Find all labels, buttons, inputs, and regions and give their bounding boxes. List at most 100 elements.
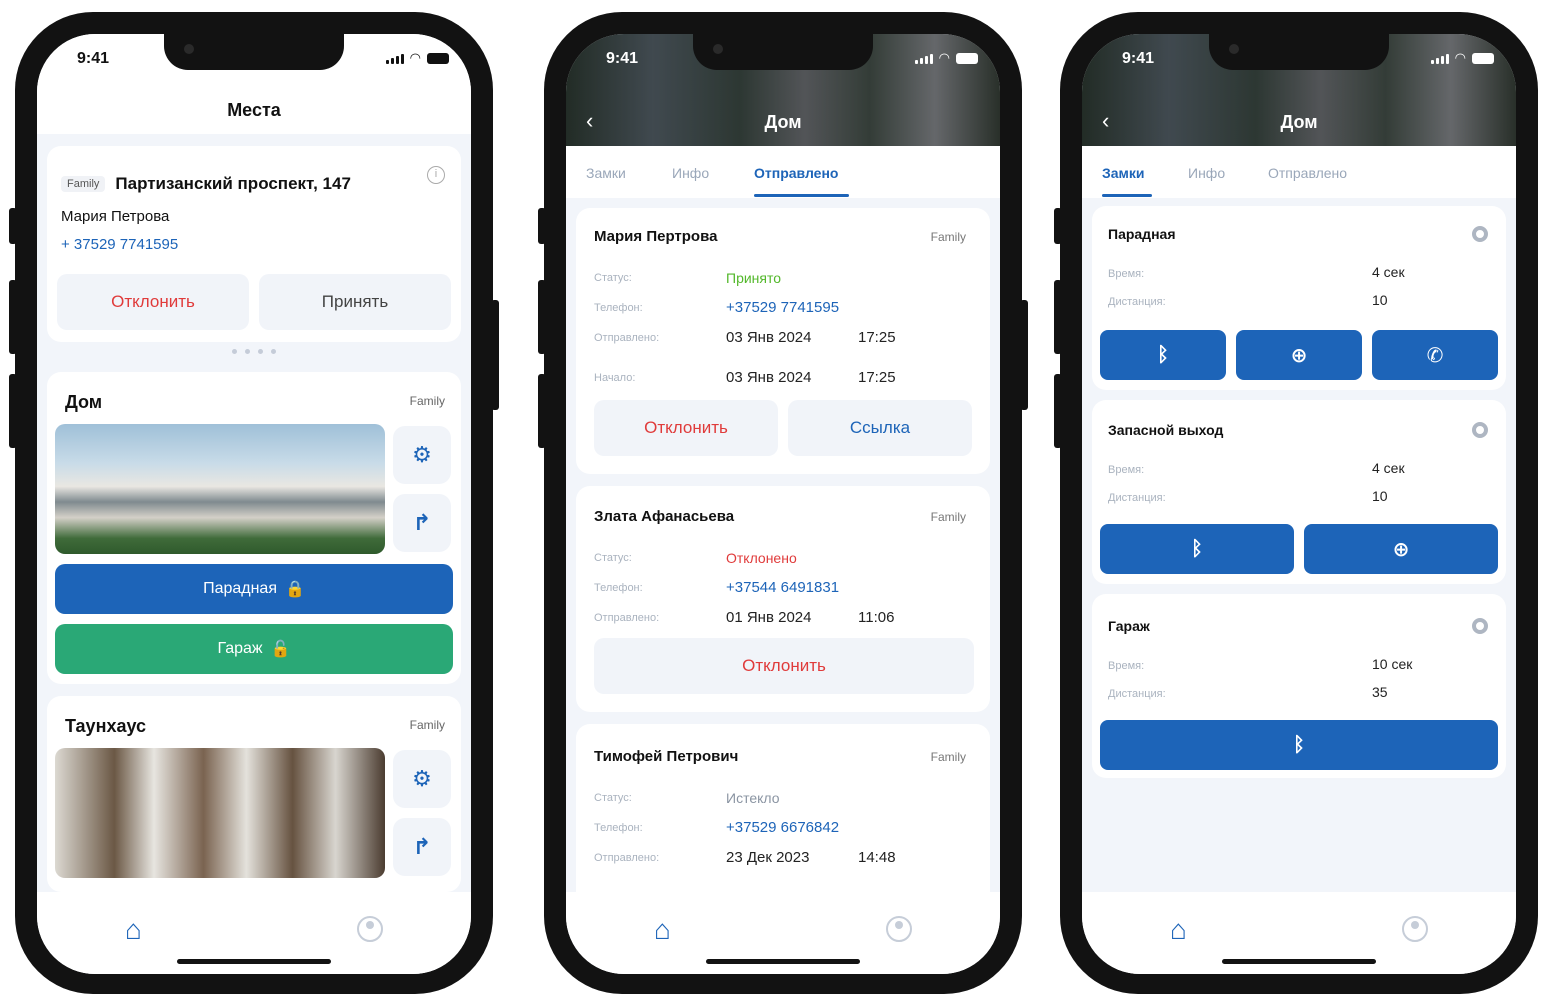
phone-value[interactable]: +37529 7741595 [726, 299, 839, 316]
profile-icon[interactable] [886, 916, 912, 942]
start-date: 03 Янв 2024 [726, 369, 812, 386]
gear-icon: ⚙ [412, 766, 432, 791]
phone-label: Телефон: [594, 822, 643, 834]
family-tag: Family [409, 394, 445, 408]
lock-button-garage[interactable]: Гараж 🔓 [55, 624, 453, 674]
phone-value[interactable]: +37529 6676842 [726, 819, 839, 836]
share-button[interactable]: ↱ [393, 494, 451, 552]
globe-icon: ⊕ [1392, 538, 1410, 561]
lock-label: Гараж [217, 640, 263, 657]
mute-switch [538, 208, 546, 244]
status-value: Отклонено [726, 550, 797, 566]
lock-card: Запасной выход Время: 4 сек Дистанция: 1… [1092, 400, 1506, 584]
sent-label: Отправлено: [594, 852, 660, 864]
signal-icon [914, 54, 933, 64]
lock-card: Парадная Время: 4 сек Дистанция: 10 ᛒ ⊕ … [1092, 206, 1506, 390]
start-time: 17:25 [858, 369, 896, 386]
tab-locks[interactable]: Замки [1102, 165, 1145, 181]
family-tag: Family [61, 176, 106, 192]
home-icon[interactable]: ⌂ [125, 914, 142, 946]
bluetooth-button[interactable]: ᛒ [1100, 720, 1498, 770]
family-tag: Family [930, 750, 966, 764]
internet-button[interactable]: ⊕ [1304, 524, 1498, 574]
volume-down [538, 374, 546, 448]
info-icon[interactable]: i [427, 166, 445, 184]
phone-label: Телефон: [594, 302, 643, 314]
gear-icon[interactable] [1472, 226, 1488, 242]
distance-value: 10 [1372, 292, 1388, 308]
home-indicator [177, 959, 331, 964]
gear-icon[interactable] [1472, 422, 1488, 438]
page-dots [37, 349, 471, 354]
phone-label: Телефон: [594, 582, 643, 594]
bluetooth-button[interactable]: ᛒ [1100, 330, 1226, 380]
profile-icon[interactable] [357, 916, 383, 942]
tab-underline [1102, 194, 1152, 197]
family-tag: Family [930, 230, 966, 244]
tab-locks[interactable]: Замки [586, 165, 626, 181]
globe-icon: ⊕ [1290, 344, 1308, 367]
status-time: 9:41 [606, 50, 639, 67]
place-card-dom[interactable]: Дом Family ⚙ ↱ Парадная 🔒 Гараж 🔓 [47, 372, 461, 684]
internet-button[interactable]: ⊕ [1236, 330, 1362, 380]
mute-switch [1054, 208, 1062, 244]
bluetooth-button[interactable]: ᛒ [1100, 524, 1294, 574]
settings-button[interactable]: ⚙ [393, 750, 451, 808]
tab-sent[interactable]: Отправлено [1268, 165, 1347, 181]
tab-info[interactable]: Инфо [672, 165, 709, 181]
sent-label: Отправлено: [594, 612, 660, 624]
decline-button[interactable]: Отклонить [57, 274, 249, 330]
time-label: Время: [1108, 268, 1145, 280]
profile-icon[interactable] [1402, 916, 1428, 942]
link-button[interactable]: Ссылка [788, 400, 972, 456]
settings-button[interactable]: ⚙ [393, 426, 451, 484]
time-value: 4 сек [1372, 460, 1405, 476]
signal-icon [1430, 54, 1449, 64]
distance-value: 35 [1372, 684, 1388, 700]
notch [164, 34, 344, 70]
decline-button[interactable]: Отклонить [594, 638, 974, 694]
status-value: Истекло [726, 790, 780, 806]
call-button[interactable]: ✆ [1372, 330, 1498, 380]
tab-sent[interactable]: Отправлено [754, 165, 838, 181]
gear-icon[interactable] [1472, 618, 1488, 634]
place-name: Таунхаус [65, 716, 147, 736]
power-button [1020, 300, 1028, 410]
battery-icon [1472, 53, 1494, 64]
tab-info[interactable]: Инфо [1188, 165, 1225, 181]
status-value: Принято [726, 270, 782, 286]
notch [1209, 34, 1389, 70]
tab-bar: ⌂ [566, 892, 1000, 974]
phone-locks: 9:41 ◠ ‹ Дом Замки Инфо Отправлено Парад… [1054, 12, 1538, 994]
sent-label: Отправлено: [594, 332, 660, 344]
screen-sent: 9:41 ◠ ‹ Дом Замки Инфо Отправлено Мария… [566, 34, 1000, 974]
home-indicator [1222, 959, 1376, 964]
phone-sent: 9:41 ◠ ‹ Дом Замки Инфо Отправлено Мария… [538, 12, 1028, 994]
lock-name: Запасной выход [1108, 422, 1224, 438]
accept-button[interactable]: Принять [259, 274, 451, 330]
lock-icon: 🔒 [285, 581, 305, 598]
sent-time: 17:25 [858, 329, 896, 346]
place-card-townhouse[interactable]: Таунхаус Family ⚙ ↱ [47, 696, 461, 892]
house-photo [55, 424, 385, 554]
home-icon[interactable]: ⌂ [1170, 914, 1187, 946]
share-button[interactable]: ↱ [393, 818, 451, 876]
share-icon: ↱ [412, 510, 432, 535]
gear-icon: ⚙ [412, 442, 432, 467]
sent-date: 01 Янв 2024 [726, 609, 812, 626]
tab-bar: ⌂ [37, 892, 471, 974]
screen-places: 9:41 ◠ Места Family Партизанский проспек… [37, 34, 471, 974]
decline-button[interactable]: Отклонить [594, 400, 778, 456]
lock-button-front[interactable]: Парадная 🔒 [55, 564, 453, 614]
lock-name: Гараж [1108, 618, 1150, 634]
distance-label: Дистанция: [1108, 492, 1166, 504]
invite-phone[interactable]: + 37529 7741595 [61, 236, 178, 253]
home-icon[interactable]: ⌂ [654, 914, 671, 946]
phone-value[interactable]: +37544 6491831 [726, 579, 839, 596]
battery-icon [956, 53, 978, 64]
start-label: Начало: [594, 372, 636, 384]
status-time: 9:41 [1122, 50, 1155, 67]
sent-date: 23 Дек 2023 [726, 849, 810, 866]
tab-bar: ⌂ [1082, 892, 1516, 974]
tab-strip: Замки Инфо Отправлено [1082, 146, 1516, 198]
